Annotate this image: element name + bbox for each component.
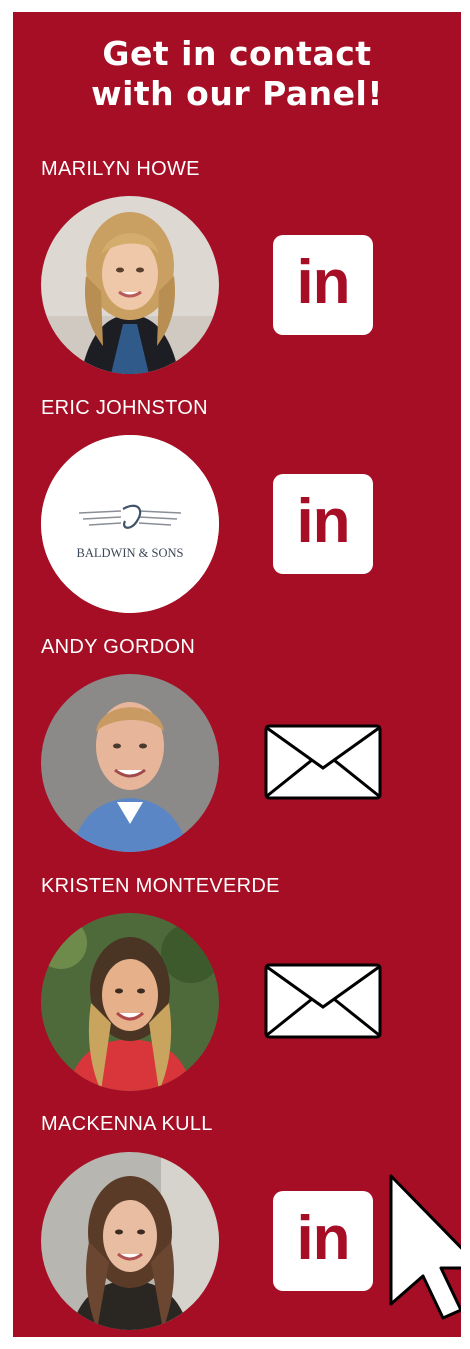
member-name-eric: ERIC JOHNSTON xyxy=(41,397,208,419)
cursor-pointer-icon xyxy=(389,1174,461,1320)
linkedin-button-eric[interactable]: in xyxy=(273,474,373,574)
avatar-mackenna xyxy=(41,1152,219,1330)
envelope-icon xyxy=(264,963,382,1039)
panel-title: Get in contact with our Panel! xyxy=(13,34,461,114)
member-name-kristen: KRISTEN MONTEVERDE xyxy=(41,875,280,897)
title-line-1: Get in contact xyxy=(102,34,372,73)
linkedin-button-mackenna[interactable]: in xyxy=(273,1191,373,1291)
avatar-marilyn xyxy=(41,196,219,374)
email-button-kristen[interactable] xyxy=(264,963,382,1044)
contact-panel: Get in contact with our Panel! MARILYN H… xyxy=(13,12,461,1337)
avatar-kristen xyxy=(41,913,219,1091)
title-line-2: with our Panel! xyxy=(91,74,383,113)
avatar-andy xyxy=(41,674,219,852)
linkedin-icon: in xyxy=(273,474,373,574)
member-name-andy: ANDY GORDON xyxy=(41,636,196,658)
avatar-eric: BALDWIN & SONS xyxy=(41,435,219,613)
email-button-andy[interactable] xyxy=(264,724,382,805)
linkedin-icon: in xyxy=(273,235,373,335)
envelope-icon xyxy=(264,724,382,800)
linkedin-icon: in xyxy=(273,1191,373,1291)
company-logo-text: BALDWIN & SONS xyxy=(77,546,184,560)
linkedin-button-marilyn[interactable]: in xyxy=(273,235,373,335)
member-name-mackenna: MACKENNA KULL xyxy=(41,1113,213,1135)
member-name-marilyn: MARILYN HOWE xyxy=(41,158,200,180)
